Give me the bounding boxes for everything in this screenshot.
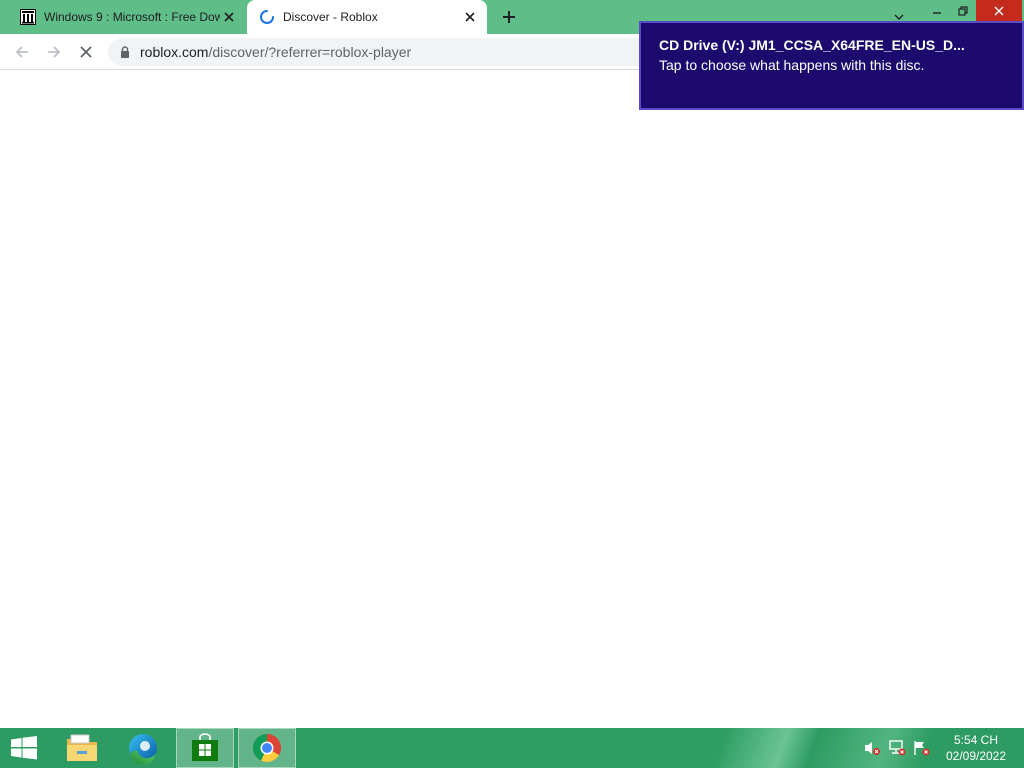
autoplay-notification[interactable]: CD Drive (V:) JM1_CCSA_X64FRE_EN-US_D...… [639,21,1024,110]
action-center-flag-icon[interactable] [912,740,930,756]
close-window-button[interactable] [976,0,1022,22]
plus-icon [503,11,515,23]
chevron-down-icon [894,14,904,20]
tab-discover-roblox[interactable]: Discover - Roblox [247,0,487,34]
stop-loading-button[interactable] [74,40,98,64]
close-tab-icon[interactable] [220,8,238,26]
minimize-icon [933,12,941,14]
url-path: /discover/?referrer=roblox-player [208,44,412,60]
file-explorer-icon [67,734,97,761]
archive-icon [20,9,36,25]
close-icon [994,6,1004,16]
edge-icon [129,734,157,764]
minimize-button[interactable] [924,0,950,22]
forward-button[interactable] [42,40,66,64]
chrome-icon [253,734,281,762]
forward-arrow-icon [48,46,61,58]
lock-icon[interactable] [120,46,130,58]
system-clock[interactable]: 5:54 CH 02/09/2022 [936,732,1016,764]
notification-body: Tap to choose what happens with this dis… [659,57,925,73]
store-icon [192,733,218,761]
new-tab-button[interactable] [497,5,521,29]
stop-icon [80,46,92,58]
restore-button[interactable] [950,0,976,22]
clock-date: 02/09/2022 [945,749,1007,763]
taskbar-edge[interactable] [114,728,172,768]
close-tab-icon[interactable] [461,8,479,26]
clock-time: 5:54 CH [953,733,999,747]
taskbar-file-explorer[interactable] [53,728,111,768]
tab-title: Windows 9 : Microsoft : Free Dow [44,10,220,24]
taskbar: 5:54 CH 02/09/2022 [0,728,1024,768]
start-button[interactable] [0,728,48,768]
volume-muted-icon[interactable] [863,740,881,756]
taskbar-store[interactable] [176,728,234,768]
tab-title: Discover - Roblox [283,10,378,24]
restore-icon [958,6,968,16]
start-icon [11,736,37,760]
loading-spinner-icon [259,9,275,25]
url-host: roblox.com [140,44,209,60]
taskbar-chrome[interactable] [238,728,296,768]
address-bar[interactable]: roblox.com/discover/?referrer=roblox-pla… [108,38,668,66]
page-content [0,70,1024,728]
network-error-icon[interactable] [888,740,906,756]
notification-title: CD Drive (V:) JM1_CCSA_X64FRE_EN-US_D... [659,37,965,53]
back-arrow-icon [15,46,28,58]
back-button[interactable] [10,40,34,64]
tab-windows9[interactable]: Windows 9 : Microsoft : Free Dow [8,0,246,34]
